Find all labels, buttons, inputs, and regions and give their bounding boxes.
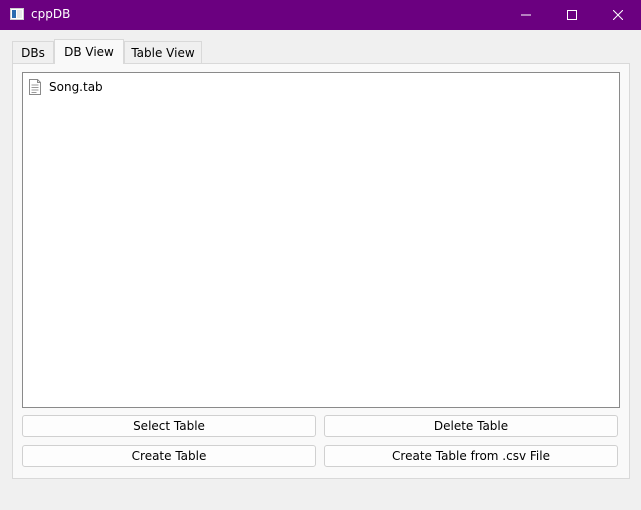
minimize-button[interactable] bbox=[503, 0, 549, 30]
tab-table-view[interactable]: Table View bbox=[124, 41, 202, 64]
list-item[interactable]: Song.tab bbox=[28, 78, 103, 96]
app-window: cppDB DBs DB View Table View Song.tab Se… bbox=[0, 0, 641, 510]
table-list[interactable]: Song.tab bbox=[22, 72, 620, 408]
maximize-icon bbox=[567, 10, 577, 20]
minimize-icon bbox=[521, 14, 531, 16]
table-name: Song.tab bbox=[49, 80, 103, 94]
tab-dbs[interactable]: DBs bbox=[12, 41, 54, 64]
tab-label: DB View bbox=[64, 45, 114, 59]
delete-table-button[interactable]: Delete Table bbox=[324, 415, 618, 437]
close-button[interactable] bbox=[595, 0, 641, 30]
tab-db-view[interactable]: DB View bbox=[54, 39, 124, 64]
create-table-from-csv-button[interactable]: Create Table from .csv File bbox=[324, 445, 618, 467]
maximize-button[interactable] bbox=[549, 0, 595, 30]
select-table-button[interactable]: Select Table bbox=[22, 415, 316, 437]
close-icon bbox=[613, 10, 623, 20]
create-table-button[interactable]: Create Table bbox=[22, 445, 316, 467]
document-icon bbox=[29, 79, 41, 95]
window-title: cppDB bbox=[31, 7, 71, 21]
app-icon bbox=[10, 8, 24, 20]
db-view-pane: Song.tab Select Table Delete Table Creat… bbox=[12, 63, 630, 479]
tab-label: Table View bbox=[131, 46, 195, 60]
title-bar[interactable]: cppDB bbox=[0, 0, 641, 30]
tab-label: DBs bbox=[21, 46, 45, 60]
